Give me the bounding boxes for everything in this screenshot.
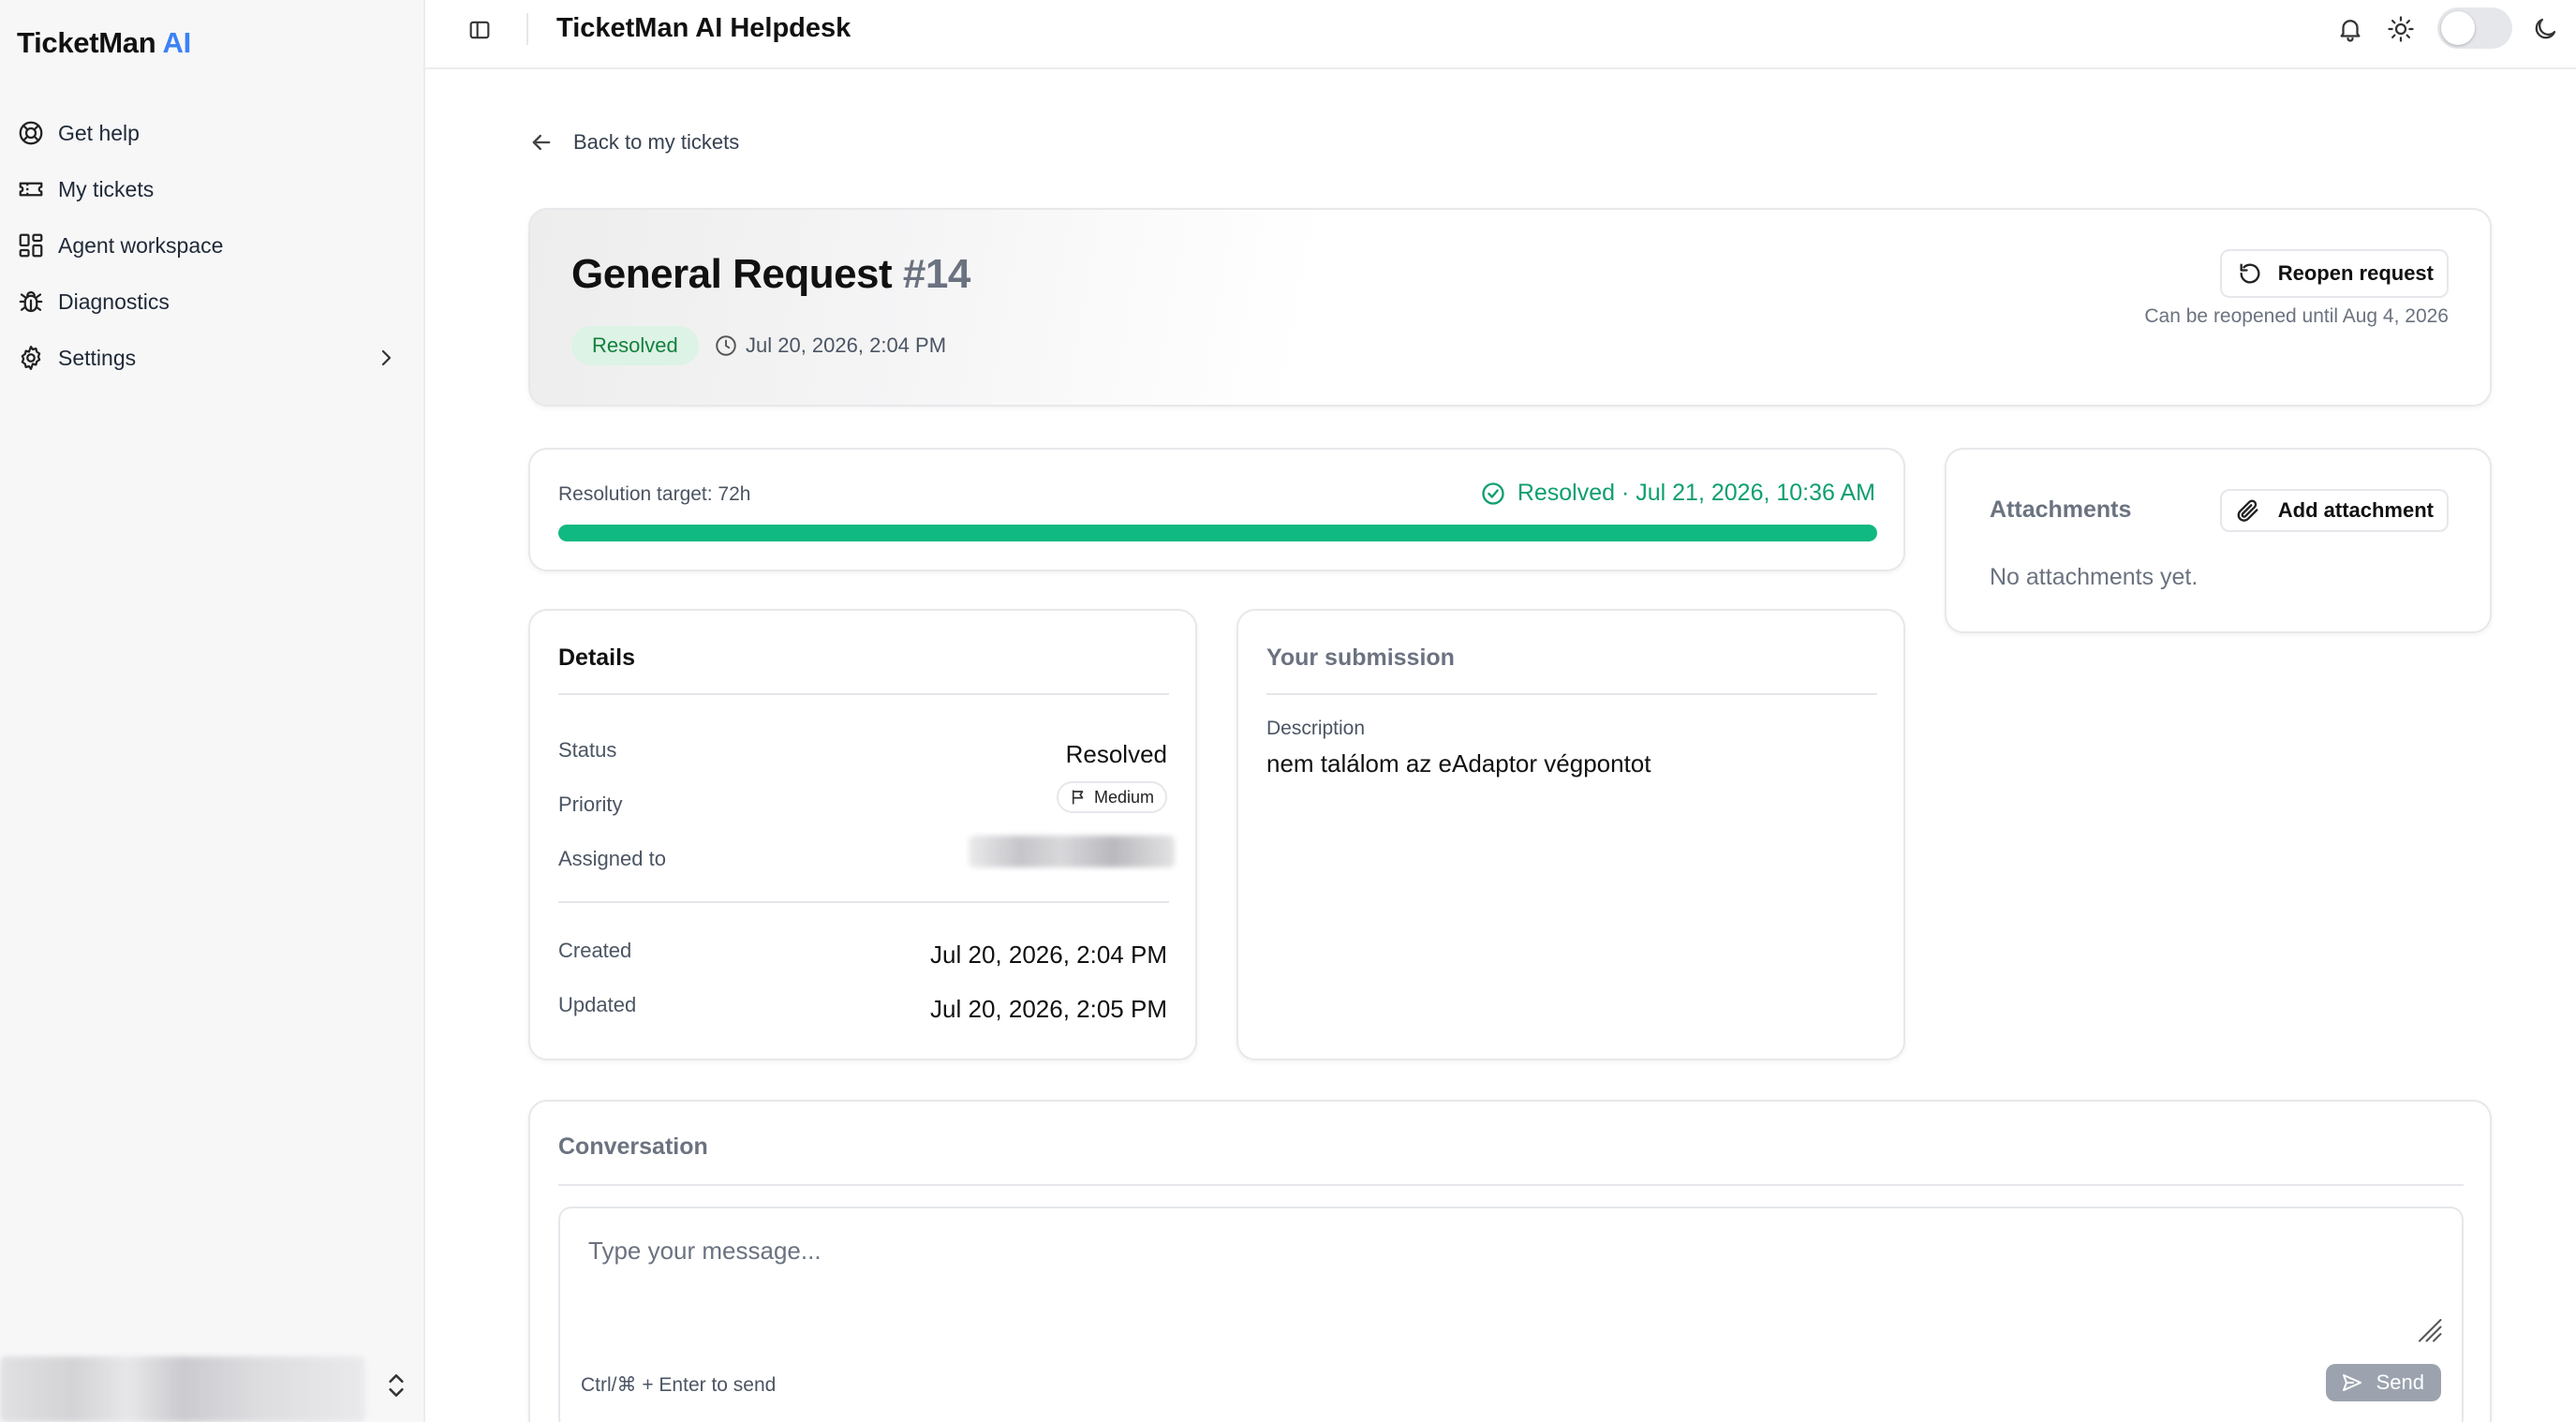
avatar — [0, 1356, 365, 1422]
updated-value: Jul 20, 2026, 2:05 PM — [930, 995, 1167, 1023]
brand-logo[interactable]: TicketMan AI — [17, 26, 191, 60]
resolution-progress-bar — [558, 525, 1877, 541]
sidebar-item-label: Get help — [58, 120, 140, 145]
divider — [558, 901, 1169, 903]
attachments-empty-text: No attachments yet. — [1990, 564, 2198, 590]
add-attachment-label: Add attachment — [2277, 498, 2434, 522]
divider — [1266, 693, 1877, 695]
priority-label: Priority — [558, 792, 623, 816]
resize-handle-icon[interactable] — [2415, 1315, 2443, 1343]
conversation-card: Conversation Ctrl/⌘ + Enter to send Send — [528, 1100, 2492, 1422]
created-timestamp: Jul 20, 2026, 2:04 PM — [714, 333, 946, 358]
attachments-title: Attachments — [1990, 496, 2132, 523]
ticket-title-text: General Request — [571, 251, 893, 297]
created-value: Jul 20, 2026, 2:04 PM — [930, 941, 1167, 969]
chevron-right-icon — [375, 347, 397, 369]
ticket-number: #14 — [902, 251, 970, 297]
details-title: Details — [558, 644, 635, 671]
toggle-knob — [2441, 11, 2475, 45]
resolution-target-label: Resolution target: 72h — [558, 483, 751, 505]
divider — [558, 1184, 2464, 1186]
rotate-ccw-icon — [2237, 260, 2263, 287]
resolution-target-card: Resolution target: 72h Resolved · Jul 21… — [528, 448, 1905, 571]
created-timestamp-text: Jul 20, 2026, 2:04 PM — [746, 333, 947, 357]
divider — [558, 693, 1169, 695]
send-icon — [2341, 1371, 2363, 1394]
message-composer: Ctrl/⌘ + Enter to send Send — [558, 1207, 2464, 1422]
conversation-title: Conversation — [558, 1133, 708, 1160]
send-button[interactable]: Send — [2325, 1364, 2441, 1401]
back-to-tickets-link[interactable]: Back to my tickets — [528, 129, 739, 156]
divider — [526, 13, 528, 45]
add-attachment-button[interactable]: Add attachment — [2219, 489, 2449, 532]
sidebar-item-label: Settings — [58, 345, 137, 370]
reopen-deadline-note: Can be reopened until Aug 4, 2026 — [2144, 305, 2449, 327]
status-value: Resolved — [1065, 740, 1167, 768]
paperclip-icon — [2235, 497, 2261, 524]
description-value: nem találom az eAdaptor végpontot — [1266, 749, 1651, 778]
brand-name: TicketMan — [17, 26, 156, 59]
submission-title: Your submission — [1266, 644, 1455, 671]
ticket-icon — [17, 175, 45, 203]
message-input[interactable] — [562, 1210, 2460, 1341]
gear-icon — [17, 344, 45, 372]
lifebuoy-icon — [17, 119, 45, 147]
created-label: Created — [558, 939, 632, 962]
details-card: Details Status Resolved Priority Medium … — [528, 609, 1197, 1060]
sidebar-item-get-help[interactable]: Get help — [0, 105, 425, 161]
theme-toggle[interactable] — [2437, 7, 2512, 49]
arrow-left-icon — [528, 129, 555, 156]
brand-accent: AI — [162, 26, 192, 59]
attachments-card: Attachments Add attachment No attachment… — [1945, 448, 2492, 633]
moon-icon[interactable] — [2531, 15, 2559, 43]
ticket-header-card: General Request #14 Resolved Jul 20, 202… — [528, 208, 2492, 407]
status-badge: Resolved — [571, 326, 699, 365]
chevrons-up-down-icon[interactable] — [384, 1370, 408, 1401]
sidebar-item-settings[interactable]: Settings — [0, 330, 425, 386]
bell-icon[interactable] — [2336, 15, 2364, 43]
app-title: TicketMan AI Helpdesk — [556, 13, 851, 43]
send-label: Send — [2376, 1370, 2424, 1394]
sidebar-item-label: My tickets — [58, 176, 155, 201]
sidebar-item-agent-workspace[interactable]: Agent workspace — [0, 217, 425, 274]
check-circle-icon — [1480, 481, 1506, 507]
status-label: Status — [558, 738, 617, 762]
back-link-label: Back to my tickets — [573, 130, 740, 154]
description-label: Description — [1266, 718, 1366, 739]
updated-label: Updated — [558, 993, 637, 1016]
sun-icon[interactable] — [2387, 15, 2415, 43]
resolution-status: Resolved · Jul 21, 2026, 10:36 AM — [1480, 480, 1875, 507]
send-shortcut-hint: Ctrl/⌘ + Enter to send — [581, 1374, 777, 1396]
sidebar-item-my-tickets[interactable]: My tickets — [0, 161, 425, 217]
assignee-value — [969, 836, 1175, 867]
resolution-progress-fill — [558, 525, 1877, 541]
layout-grid-icon — [17, 231, 45, 259]
top-bar: TicketMan AI Helpdesk — [425, 0, 2576, 69]
sidebar-item-label: Agent workspace — [58, 232, 224, 258]
bug-icon — [17, 288, 45, 316]
flag-icon — [1070, 789, 1087, 806]
resolution-status-text: Resolved · Jul 21, 2026, 10:36 AM — [1517, 480, 1875, 506]
assigned-to-label: Assigned to — [558, 847, 666, 870]
sidebar-item-label: Diagnostics — [58, 289, 170, 314]
sidebar: TicketMan AI Get help My tickets Agent w… — [0, 0, 425, 1422]
sidebar-toggle-icon[interactable] — [466, 17, 493, 43]
sidebar-item-diagnostics[interactable]: Diagnostics — [0, 274, 425, 330]
sidebar-nav: Get help My tickets Agent workspace Diag… — [0, 105, 425, 386]
priority-badge: Medium — [1056, 781, 1167, 813]
clock-icon — [714, 333, 738, 358]
reopen-request-button[interactable]: Reopen request — [2219, 249, 2449, 298]
priority-value: Medium — [1093, 787, 1154, 807]
reopen-request-label: Reopen request — [2277, 261, 2434, 285]
user-menu[interactable] — [0, 1338, 425, 1422]
app-root: TicketMan AI Get help My tickets Agent w… — [0, 0, 2576, 1422]
your-submission-card: Your submission Description nem találom … — [1236, 609, 1905, 1060]
page-title: General Request #14 — [571, 251, 970, 298]
